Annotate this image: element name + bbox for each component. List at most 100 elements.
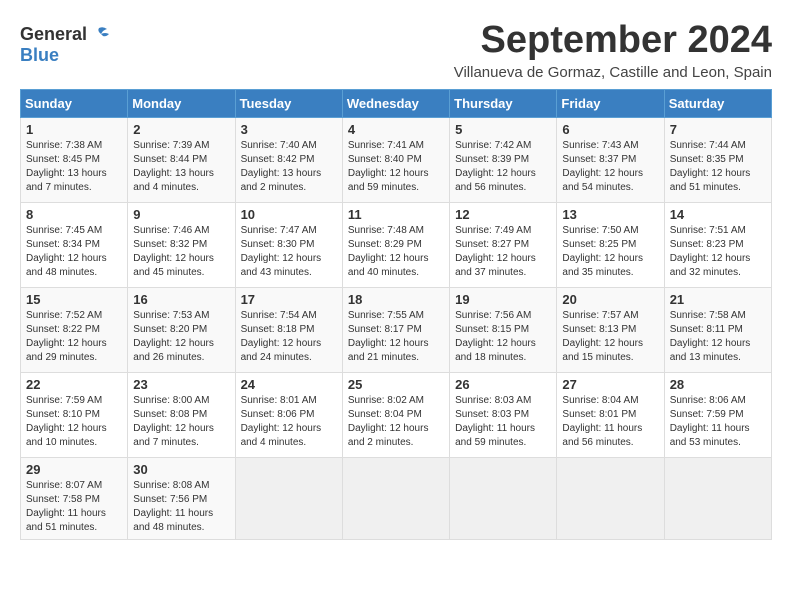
- table-row: 13 Sunrise: 7:50 AM Sunset: 8:25 PM Dayl…: [557, 202, 664, 287]
- table-row: 15 Sunrise: 7:52 AM Sunset: 8:22 PM Dayl…: [21, 287, 128, 372]
- day-info: Sunrise: 7:39 AM Sunset: 8:44 PM Dayligh…: [133, 139, 229, 195]
- col-friday: Friday: [557, 89, 664, 117]
- table-row: 6 Sunrise: 7:43 AM Sunset: 8:37 PM Dayli…: [557, 117, 664, 202]
- day-number: 11: [348, 207, 444, 222]
- day-number: 6: [562, 122, 658, 137]
- day-info: Sunrise: 8:00 AM Sunset: 8:08 PM Dayligh…: [133, 394, 229, 450]
- logo-bird-icon: [89, 26, 111, 44]
- table-row: 25 Sunrise: 8:02 AM Sunset: 8:04 PM Dayl…: [342, 372, 449, 457]
- col-tuesday: Tuesday: [235, 89, 342, 117]
- day-info: Sunrise: 7:42 AM Sunset: 8:39 PM Dayligh…: [455, 139, 551, 195]
- calendar-week-3: 15 Sunrise: 7:52 AM Sunset: 8:22 PM Dayl…: [21, 287, 772, 372]
- page-header: General Blue September 2024 Villanueva d…: [20, 20, 772, 81]
- day-number: 14: [670, 207, 766, 222]
- table-row: 16 Sunrise: 7:53 AM Sunset: 8:20 PM Dayl…: [128, 287, 235, 372]
- table-row: [450, 457, 557, 539]
- location-subtitle: Villanueva de Gormaz, Castille and Leon,…: [454, 64, 772, 81]
- table-row: 30 Sunrise: 8:08 AM Sunset: 7:56 PM Dayl…: [128, 457, 235, 539]
- table-row: 26 Sunrise: 8:03 AM Sunset: 8:03 PM Dayl…: [450, 372, 557, 457]
- calendar-table: Sunday Monday Tuesday Wednesday Thursday…: [20, 89, 772, 540]
- day-number: 26: [455, 377, 551, 392]
- day-number: 24: [241, 377, 337, 392]
- day-info: Sunrise: 7:57 AM Sunset: 8:13 PM Dayligh…: [562, 309, 658, 365]
- table-row: 3 Sunrise: 7:40 AM Sunset: 8:42 PM Dayli…: [235, 117, 342, 202]
- day-number: 28: [670, 377, 766, 392]
- day-number: 23: [133, 377, 229, 392]
- table-row: 23 Sunrise: 8:00 AM Sunset: 8:08 PM Dayl…: [128, 372, 235, 457]
- calendar-week-5: 29 Sunrise: 8:07 AM Sunset: 7:58 PM Dayl…: [21, 457, 772, 539]
- table-row: 21 Sunrise: 7:58 AM Sunset: 8:11 PM Dayl…: [664, 287, 771, 372]
- day-number: 5: [455, 122, 551, 137]
- day-info: Sunrise: 7:48 AM Sunset: 8:29 PM Dayligh…: [348, 224, 444, 280]
- weekday-header-row: Sunday Monday Tuesday Wednesday Thursday…: [21, 89, 772, 117]
- day-number: 1: [26, 122, 122, 137]
- col-thursday: Thursday: [450, 89, 557, 117]
- table-row: 14 Sunrise: 7:51 AM Sunset: 8:23 PM Dayl…: [664, 202, 771, 287]
- table-row: [664, 457, 771, 539]
- table-row: 20 Sunrise: 7:57 AM Sunset: 8:13 PM Dayl…: [557, 287, 664, 372]
- day-info: Sunrise: 7:51 AM Sunset: 8:23 PM Dayligh…: [670, 224, 766, 280]
- day-info: Sunrise: 7:47 AM Sunset: 8:30 PM Dayligh…: [241, 224, 337, 280]
- day-info: Sunrise: 7:58 AM Sunset: 8:11 PM Dayligh…: [670, 309, 766, 365]
- day-info: Sunrise: 7:38 AM Sunset: 8:45 PM Dayligh…: [26, 139, 122, 195]
- day-number: 15: [26, 292, 122, 307]
- table-row: 4 Sunrise: 7:41 AM Sunset: 8:40 PM Dayli…: [342, 117, 449, 202]
- table-row: 27 Sunrise: 8:04 AM Sunset: 8:01 PM Dayl…: [557, 372, 664, 457]
- table-row: 28 Sunrise: 8:06 AM Sunset: 7:59 PM Dayl…: [664, 372, 771, 457]
- day-number: 3: [241, 122, 337, 137]
- day-number: 20: [562, 292, 658, 307]
- table-row: 5 Sunrise: 7:42 AM Sunset: 8:39 PM Dayli…: [450, 117, 557, 202]
- day-info: Sunrise: 8:06 AM Sunset: 7:59 PM Dayligh…: [670, 394, 766, 450]
- calendar-week-4: 22 Sunrise: 7:59 AM Sunset: 8:10 PM Dayl…: [21, 372, 772, 457]
- title-area: September 2024 Villanueva de Gormaz, Cas…: [454, 20, 772, 81]
- day-number: 2: [133, 122, 229, 137]
- table-row: 8 Sunrise: 7:45 AM Sunset: 8:34 PM Dayli…: [21, 202, 128, 287]
- day-number: 8: [26, 207, 122, 222]
- day-info: Sunrise: 7:56 AM Sunset: 8:15 PM Dayligh…: [455, 309, 551, 365]
- table-row: 7 Sunrise: 7:44 AM Sunset: 8:35 PM Dayli…: [664, 117, 771, 202]
- calendar-week-1: 1 Sunrise: 7:38 AM Sunset: 8:45 PM Dayli…: [21, 117, 772, 202]
- table-row: [557, 457, 664, 539]
- day-info: Sunrise: 7:55 AM Sunset: 8:17 PM Dayligh…: [348, 309, 444, 365]
- table-row: 12 Sunrise: 7:49 AM Sunset: 8:27 PM Dayl…: [450, 202, 557, 287]
- day-info: Sunrise: 8:04 AM Sunset: 8:01 PM Dayligh…: [562, 394, 658, 450]
- table-row: 10 Sunrise: 7:47 AM Sunset: 8:30 PM Dayl…: [235, 202, 342, 287]
- day-number: 18: [348, 292, 444, 307]
- day-info: Sunrise: 7:46 AM Sunset: 8:32 PM Dayligh…: [133, 224, 229, 280]
- day-number: 12: [455, 207, 551, 222]
- day-info: Sunrise: 7:59 AM Sunset: 8:10 PM Dayligh…: [26, 394, 122, 450]
- month-title: September 2024: [454, 20, 772, 62]
- day-info: Sunrise: 7:49 AM Sunset: 8:27 PM Dayligh…: [455, 224, 551, 280]
- table-row: 9 Sunrise: 7:46 AM Sunset: 8:32 PM Dayli…: [128, 202, 235, 287]
- day-info: Sunrise: 7:53 AM Sunset: 8:20 PM Dayligh…: [133, 309, 229, 365]
- day-info: Sunrise: 8:03 AM Sunset: 8:03 PM Dayligh…: [455, 394, 551, 450]
- day-number: 19: [455, 292, 551, 307]
- day-number: 25: [348, 377, 444, 392]
- day-number: 29: [26, 462, 122, 477]
- col-saturday: Saturday: [664, 89, 771, 117]
- logo: General Blue: [20, 24, 111, 66]
- day-number: 9: [133, 207, 229, 222]
- table-row: 1 Sunrise: 7:38 AM Sunset: 8:45 PM Dayli…: [21, 117, 128, 202]
- day-info: Sunrise: 7:50 AM Sunset: 8:25 PM Dayligh…: [562, 224, 658, 280]
- day-info: Sunrise: 7:54 AM Sunset: 8:18 PM Dayligh…: [241, 309, 337, 365]
- day-info: Sunrise: 7:45 AM Sunset: 8:34 PM Dayligh…: [26, 224, 122, 280]
- table-row: 2 Sunrise: 7:39 AM Sunset: 8:44 PM Dayli…: [128, 117, 235, 202]
- day-info: Sunrise: 7:43 AM Sunset: 8:37 PM Dayligh…: [562, 139, 658, 195]
- day-number: 4: [348, 122, 444, 137]
- day-info: Sunrise: 8:07 AM Sunset: 7:58 PM Dayligh…: [26, 479, 122, 535]
- col-sunday: Sunday: [21, 89, 128, 117]
- day-info: Sunrise: 7:41 AM Sunset: 8:40 PM Dayligh…: [348, 139, 444, 195]
- day-info: Sunrise: 8:01 AM Sunset: 8:06 PM Dayligh…: [241, 394, 337, 450]
- day-number: 22: [26, 377, 122, 392]
- day-number: 21: [670, 292, 766, 307]
- day-info: Sunrise: 8:02 AM Sunset: 8:04 PM Dayligh…: [348, 394, 444, 450]
- day-info: Sunrise: 7:52 AM Sunset: 8:22 PM Dayligh…: [26, 309, 122, 365]
- table-row: 17 Sunrise: 7:54 AM Sunset: 8:18 PM Dayl…: [235, 287, 342, 372]
- logo-blue-text: Blue: [20, 45, 59, 65]
- day-info: Sunrise: 7:40 AM Sunset: 8:42 PM Dayligh…: [241, 139, 337, 195]
- table-row: 18 Sunrise: 7:55 AM Sunset: 8:17 PM Dayl…: [342, 287, 449, 372]
- calendar-week-2: 8 Sunrise: 7:45 AM Sunset: 8:34 PM Dayli…: [21, 202, 772, 287]
- table-row: 22 Sunrise: 7:59 AM Sunset: 8:10 PM Dayl…: [21, 372, 128, 457]
- table-row: 19 Sunrise: 7:56 AM Sunset: 8:15 PM Dayl…: [450, 287, 557, 372]
